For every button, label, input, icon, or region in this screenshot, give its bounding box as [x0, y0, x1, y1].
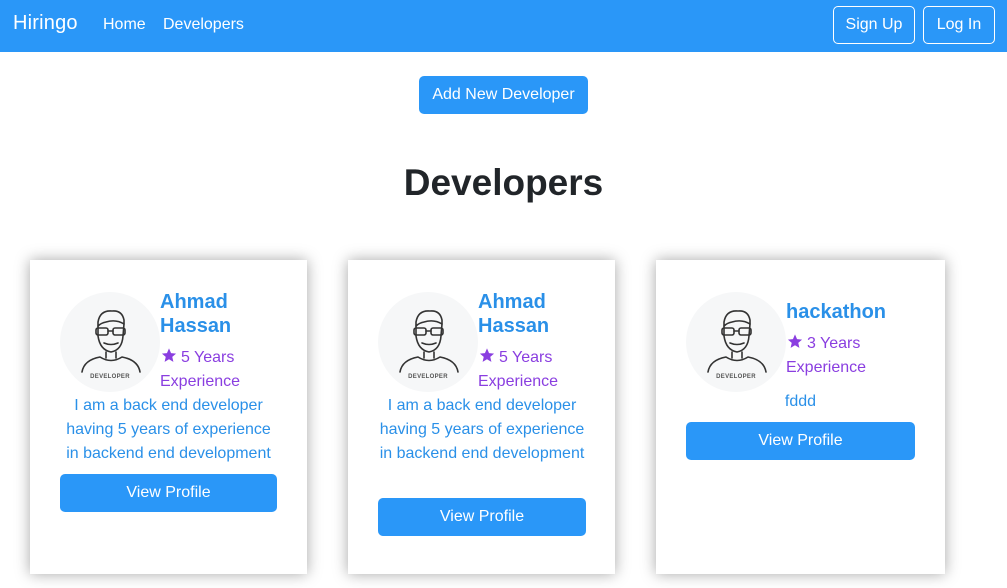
developer-card: DEVELOPER Ahmad Hassan 5 Years Experienc…: [348, 260, 615, 574]
add-new-developer-button[interactable]: Add New Developer: [419, 76, 588, 114]
developer-avatar-icon: DEVELOPER: [686, 292, 786, 392]
star-icon: [160, 347, 178, 364]
brand-logo[interactable]: Hiringo: [13, 12, 78, 35]
nav-link-home[interactable]: Home: [103, 16, 146, 34]
developer-experience: 5 Years Experience: [160, 346, 280, 394]
avatar-caption: DEVELOPER: [716, 374, 756, 380]
developer-card: DEVELOPER Ahmad Hassan 5 Years Experienc…: [30, 260, 307, 574]
view-profile-button[interactable]: View Profile: [378, 498, 586, 536]
star-icon: [786, 333, 804, 350]
developer-name[interactable]: Ahmad Hassan: [478, 290, 608, 338]
developer-avatar-icon: DEVELOPER: [60, 292, 160, 392]
log-in-button[interactable]: Log In: [923, 6, 995, 44]
developer-card: DEVELOPER hackathon 3 Years Experience f…: [656, 260, 945, 574]
star-icon: [478, 347, 496, 364]
developer-experience: 5 Years Experience: [478, 346, 598, 394]
developer-name[interactable]: hackathon: [786, 300, 936, 324]
developer-description: I am a back end developer having 5 years…: [66, 397, 271, 462]
developer-description: fddd: [784, 393, 817, 410]
developer-description: I am a back end developer having 5 years…: [379, 397, 585, 462]
view-profile-button[interactable]: View Profile: [60, 474, 277, 512]
developer-experience: 3 Years Experience: [786, 332, 906, 380]
developer-avatar-icon: DEVELOPER: [378, 292, 478, 392]
page-title: Developers: [403, 162, 604, 203]
avatar-caption: DEVELOPER: [90, 374, 130, 380]
view-profile-button[interactable]: View Profile: [686, 422, 915, 460]
sign-up-button[interactable]: Sign Up: [833, 6, 915, 44]
avatar-caption: DEVELOPER: [408, 374, 448, 380]
navbar: Hiringo Home Developers Sign Up Log In: [0, 0, 1007, 52]
developer-name[interactable]: Ahmad Hassan: [160, 290, 300, 338]
nav-link-developers[interactable]: Developers: [163, 16, 244, 34]
